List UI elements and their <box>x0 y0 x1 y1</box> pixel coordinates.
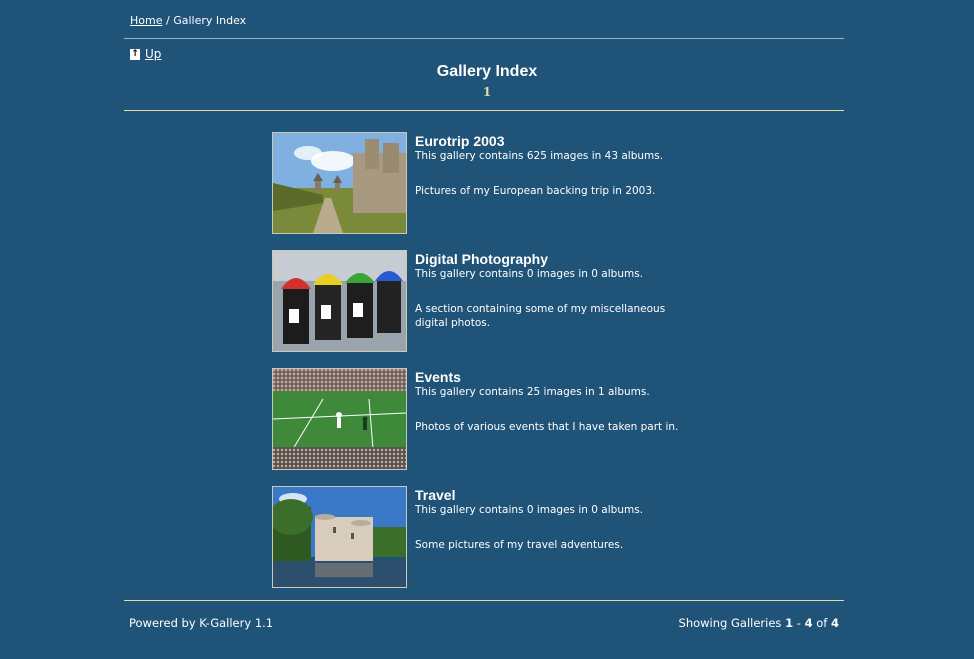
gallery-item: Digital Photography This gallery contain… <box>272 250 692 352</box>
powered-by: Powered by K-Gallery 1.1 <box>129 616 274 630</box>
gallery-item: Travel This gallery contains 0 images in… <box>272 486 692 588</box>
page-number[interactable]: 1 <box>0 85 974 99</box>
gallery-count: This gallery contains 625 images in 43 a… <box>415 150 664 162</box>
gallery-count: This gallery contains 0 images in 0 albu… <box>415 504 644 516</box>
page-title: Gallery Index <box>436 63 538 80</box>
footer-divider <box>124 600 844 601</box>
breadcrumb-current: Gallery Index <box>173 14 247 27</box>
gallery-item: Eurotrip 2003 This gallery contains 625 … <box>272 132 692 234</box>
up-arrow-icon[interactable]: ↑ <box>130 48 140 60</box>
total-count: 4 <box>830 616 839 630</box>
gallery-thumbnail[interactable] <box>272 368 407 470</box>
page: Home / Gallery Index ↑ Up Gallery Index … <box>0 0 974 659</box>
gallery-item: Events This gallery contains 25 images i… <box>272 368 692 470</box>
pagination-summary: Showing Galleries 1 - 4 of 4 <box>679 616 839 630</box>
header-divider <box>124 110 844 111</box>
gallery-thumbnail[interactable] <box>272 132 407 234</box>
showing-prefix: Showing Galleries <box>678 616 782 630</box>
top-divider <box>124 38 844 39</box>
range-separator: - <box>796 616 801 630</box>
up-nav[interactable]: ↑ Up <box>130 47 161 61</box>
gallery-thumbnail[interactable] <box>272 250 407 352</box>
gallery-description: Some pictures of my travel adventures. <box>415 539 624 551</box>
of-label: of <box>816 616 828 630</box>
gallery-count: This gallery contains 0 images in 0 albu… <box>415 268 644 280</box>
up-link[interactable]: Up <box>145 47 161 61</box>
gallery-description: Pictures of my European backing trip in … <box>415 185 656 197</box>
gallery-title[interactable]: Travel <box>415 487 455 503</box>
range-end: 4 <box>804 616 813 630</box>
gallery-title[interactable]: Digital Photography <box>415 251 548 267</box>
range-start: 1 <box>785 616 794 630</box>
gallery-title[interactable]: Events <box>415 369 461 385</box>
gallery-title[interactable]: Eurotrip 2003 <box>415 133 504 149</box>
breadcrumb: Home / Gallery Index <box>130 14 246 27</box>
gallery-count: This gallery contains 25 images in 1 alb… <box>415 386 650 398</box>
gallery-thumbnail[interactable] <box>272 486 407 588</box>
gallery-description: Photos of various events that I have tak… <box>415 421 679 433</box>
breadcrumb-separator: / <box>165 14 170 27</box>
gallery-description: A section containing some of my miscella… <box>415 303 666 329</box>
breadcrumb-home-link[interactable]: Home <box>130 14 162 27</box>
